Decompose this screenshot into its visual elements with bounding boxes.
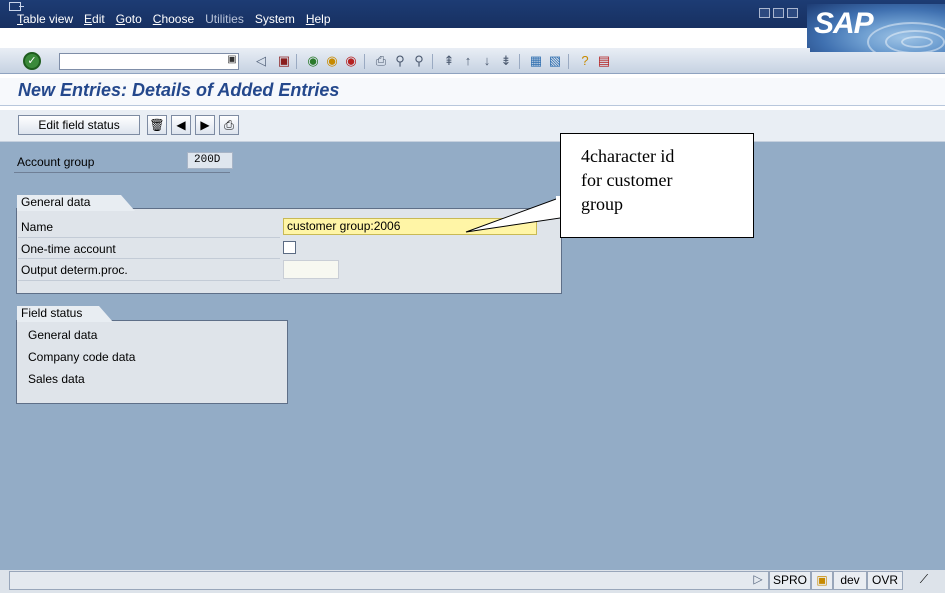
status-server: dev (833, 571, 867, 590)
menu-bar: Table view Edit Goto Choose Utilities Sy… (0, 0, 945, 28)
field-status-sales-data[interactable]: Sales data (28, 372, 85, 386)
print-icon[interactable]: ⎙ (372, 52, 390, 70)
previous-entry-icon[interactable]: ◀ (171, 115, 191, 135)
callout-annotation: 4character id for customer group (560, 133, 754, 238)
delete-icon[interactable]: 🗑 (147, 115, 167, 135)
menu-edit-label: dit (92, 12, 105, 26)
row-divider (18, 280, 280, 281)
one-time-account-checkbox[interactable] (283, 241, 296, 254)
callout-pointer (465, 195, 568, 233)
callout-line: 4character id (581, 146, 675, 166)
last-page-icon[interactable]: ⇟ (497, 52, 515, 70)
field-status-general-data[interactable]: General data (28, 328, 97, 342)
account-group-underline (14, 172, 230, 173)
status-transaction: SPRO (769, 571, 811, 590)
field-status-company-code-data[interactable]: Company code data (28, 350, 135, 364)
menu-utilities: Utilities (205, 12, 244, 26)
cancel-icon[interactable]: ◉ (342, 52, 360, 70)
output-determ-label: Output determ.proc. (21, 263, 128, 277)
exit-icon[interactable]: ◉ (323, 52, 341, 70)
menu-goto-label: oto (125, 12, 142, 26)
print-entry-icon[interactable]: ⎙ (219, 115, 239, 135)
one-time-account-label: One-time account (21, 242, 116, 256)
logo-ring-inner (901, 36, 933, 48)
resize-grip-icon[interactable]: ⟋ (905, 571, 943, 590)
first-page-icon[interactable]: ⇞ (440, 52, 458, 70)
window-menu-icon[interactable] (9, 2, 24, 11)
sap-logo: SAP (807, 4, 945, 52)
toolbar-separator (432, 54, 433, 69)
name-label: Name (21, 220, 54, 234)
callout-line: group (581, 194, 623, 214)
account-group-field: 200D (187, 152, 233, 169)
minimize-icon[interactable] (759, 8, 770, 18)
menu-edit[interactable]: Edit (84, 12, 105, 26)
menu-utilities-label: Utilities (205, 12, 244, 26)
menu-help-accel: H (305, 12, 315, 26)
menu-choose[interactable]: Choose (153, 12, 194, 26)
command-field[interactable] (59, 53, 239, 70)
back-icon[interactable]: ◉ (304, 52, 322, 70)
menu-goto-accel: G (115, 12, 126, 26)
find-next-icon[interactable]: ⚲ (410, 52, 428, 70)
menu-table-view[interactable]: Table view (17, 12, 73, 26)
command-history-icon[interactable]: ▣ (225, 54, 239, 69)
status-mode: OVR (867, 571, 903, 590)
row-divider (18, 237, 280, 238)
menu-system[interactable]: System (255, 12, 295, 26)
window-controls (759, 8, 798, 18)
close-icon[interactable] (787, 8, 798, 18)
status-message-area (9, 571, 769, 590)
application-toolbar (0, 110, 945, 142)
callout-line: for customer (581, 170, 673, 190)
previous-page-icon[interactable]: ↑ (459, 52, 477, 70)
row-divider (18, 258, 280, 259)
account-group-label: Account group (17, 155, 95, 169)
menu-table-view-label: able view (23, 12, 74, 26)
toolbar-collapse-icon[interactable]: ◁ (252, 52, 270, 70)
general-data-tab: General data (17, 195, 135, 211)
toolbar-separator (296, 54, 297, 69)
save-icon[interactable]: ▣ (275, 52, 293, 70)
next-page-icon[interactable]: ↓ (478, 52, 496, 70)
create-session-icon[interactable]: ▦ (527, 52, 545, 70)
menu-goto[interactable]: Goto (116, 12, 142, 26)
menu-help[interactable]: Help (306, 12, 331, 26)
maximize-icon[interactable] (773, 8, 784, 18)
menu-list: Table view Edit Goto Choose Utilities Sy… (17, 12, 342, 26)
output-determ-input[interactable] (283, 260, 339, 279)
next-entry-icon[interactable]: ▶ (195, 115, 215, 135)
enter-icon[interactable]: ✓ (23, 52, 41, 70)
menu-help-label: elp (314, 12, 331, 26)
edit-field-status-button[interactable]: Edit field status (18, 115, 140, 135)
toolbar-separator (364, 54, 365, 69)
shortcut-icon[interactable]: ▧ (546, 52, 564, 70)
find-icon[interactable]: ⚲ (391, 52, 409, 70)
status-session-icon[interactable]: ▣ (811, 571, 833, 590)
menu-choose-label: hoose (161, 12, 195, 26)
toolbar-logo-area (810, 52, 945, 74)
page-title: New Entries: Details of Added Entries (18, 80, 340, 100)
menu-edit-accel: E (84, 12, 93, 26)
menu-system-label: System (254, 12, 295, 26)
sap-logo-text: SAP (814, 7, 874, 40)
status-expand-icon[interactable]: ▷ (749, 571, 767, 590)
toolbar-separator (519, 54, 520, 69)
toolbar-separator (568, 54, 569, 69)
help-icon[interactable]: ? (576, 52, 594, 70)
field-status-tab: Field status (17, 306, 113, 322)
layout-icon[interactable]: ▤ (595, 52, 613, 70)
